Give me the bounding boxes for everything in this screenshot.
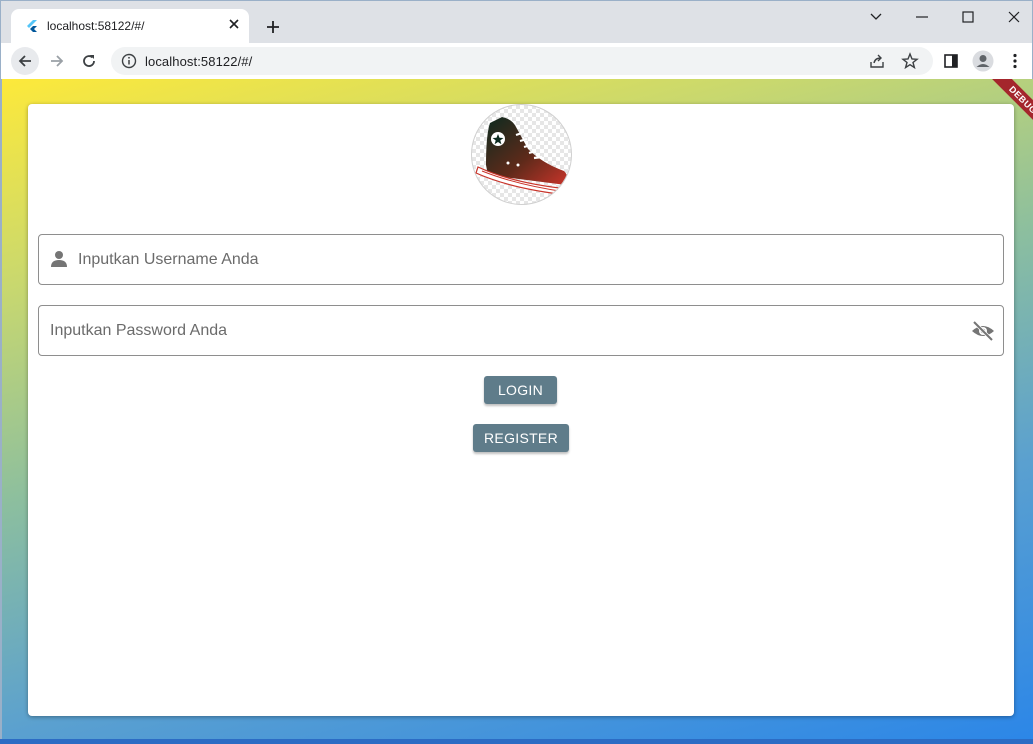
password-input[interactable] (50, 306, 960, 355)
register-button[interactable]: REGISTER (473, 424, 569, 452)
page-viewport: LOGIN REGISTER DEBUG (0, 79, 1033, 744)
url-text[interactable]: localhost:58122/#/ (145, 54, 252, 69)
username-input[interactable] (78, 235, 988, 284)
tab-strip: localhost:58122/#/ (0, 0, 1033, 44)
reload-icon[interactable] (75, 47, 103, 75)
visibility-off-icon[interactable] (971, 320, 995, 342)
person-icon (51, 251, 67, 267)
menu-icon[interactable] (1001, 47, 1029, 75)
share-icon[interactable] (869, 53, 885, 69)
profile-icon[interactable] (969, 47, 997, 75)
close-tab-icon[interactable] (225, 15, 243, 33)
sneaker-logo (471, 104, 572, 205)
browser-toolbar: localhost:58122/#/ (0, 43, 1033, 79)
browser-tab[interactable]: localhost:58122/#/ (11, 9, 249, 44)
minimize-icon[interactable] (899, 5, 945, 29)
os-status-strip (0, 739, 1033, 744)
close-icon[interactable] (991, 5, 1033, 29)
maximize-icon[interactable] (945, 5, 991, 29)
login-button[interactable]: LOGIN (484, 376, 557, 404)
username-field[interactable] (38, 234, 1004, 285)
tab-title: localhost:58122/#/ (47, 19, 145, 33)
info-icon[interactable] (121, 53, 137, 69)
chevron-down-icon[interactable] (853, 5, 899, 29)
login-card: LOGIN REGISTER (28, 104, 1014, 716)
password-field[interactable] (38, 305, 1004, 356)
side-panel-icon[interactable] (937, 47, 965, 75)
address-bar[interactable]: localhost:58122/#/ (111, 47, 933, 75)
back-icon[interactable] (11, 47, 39, 75)
star-icon[interactable] (901, 52, 919, 70)
plus-icon[interactable] (262, 16, 284, 38)
forward-icon[interactable] (43, 47, 71, 75)
flutter-icon (27, 20, 37, 32)
